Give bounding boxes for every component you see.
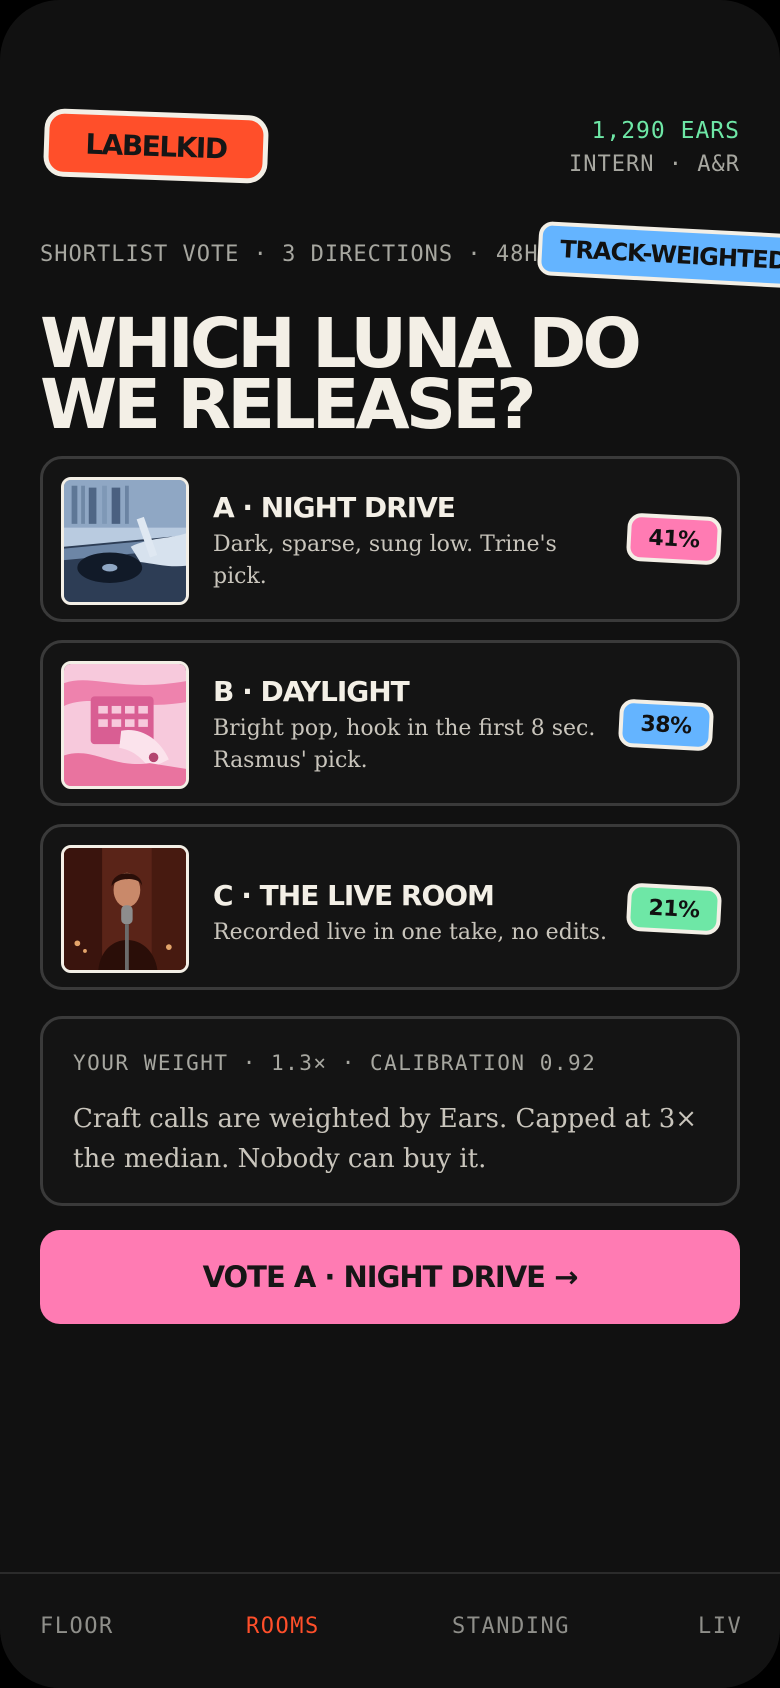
user-role: INTERN · A&R <box>569 152 740 177</box>
percent-badge: 38% <box>617 698 715 752</box>
drum-machine-image <box>61 661 189 789</box>
nav-item-live[interactable]: LIVE <box>698 1614 740 1639</box>
option-title: A · NIGHT DRIVE <box>213 491 456 524</box>
track-weighted-sticker: TRACK-WEIGHTED <box>536 220 780 290</box>
page-title: WHICH LUNA DO WE RELEASE? <box>40 309 760 445</box>
option-description: Recorded live in one take, no edits. <box>213 920 607 945</box>
nav-item-floor[interactable]: FLOOR <box>40 1614 114 1639</box>
percent-badge: 41% <box>625 512 723 566</box>
weight-description: Craft calls are weighted by Ears. Capped… <box>73 1104 698 1174</box>
option-description: Bright pop, hook in the first 8 sec. Ras… <box>213 716 596 773</box>
vote-meta: SHORTLIST VOTE · 3 DIRECTIONS · 48H <box>40 242 539 267</box>
weight-label: YOUR WEIGHT · 1.3× · CALIBRATION 0.92 <box>73 1051 597 1075</box>
bottom-nav: FLOOR ROOMS STANDING LIVE <box>0 1572 780 1688</box>
nav-item-standing[interactable]: STANDING <box>452 1614 570 1639</box>
turntable-image <box>61 477 189 605</box>
phone-screen: LABELKID 1,290 EARS INTERN · A&R SHORTLI… <box>0 0 780 1688</box>
option-title: C · THE LIVE ROOM <box>213 879 495 912</box>
singer-studio-image <box>61 845 189 973</box>
percent-badge: 21% <box>625 882 723 936</box>
option-card-b[interactable]: B · DAYLIGHT Bright pop, hook in the fir… <box>40 640 740 806</box>
option-title: B · DAYLIGHT <box>213 675 410 708</box>
option-card-a[interactable]: A · NIGHT DRIVE Dark, sparse, sung low. … <box>40 456 740 622</box>
app-logo: LABELKID <box>42 108 270 184</box>
title-line-2: WE RELEASE? <box>40 364 537 445</box>
nav-item-rooms[interactable]: ROOMS <box>246 1614 320 1639</box>
option-description: Dark, sparse, sung low. Trine's pick. <box>213 532 557 589</box>
option-card-c[interactable]: C · THE LIVE ROOM Recorded live in one t… <box>40 824 740 990</box>
vote-button[interactable]: VOTE A · NIGHT DRIVE → <box>40 1230 740 1324</box>
weight-info-card: YOUR WEIGHT · 1.3× · CALIBRATION 0.92 Cr… <box>40 1016 740 1206</box>
ears-balance: 1,290 EARS <box>591 118 740 144</box>
